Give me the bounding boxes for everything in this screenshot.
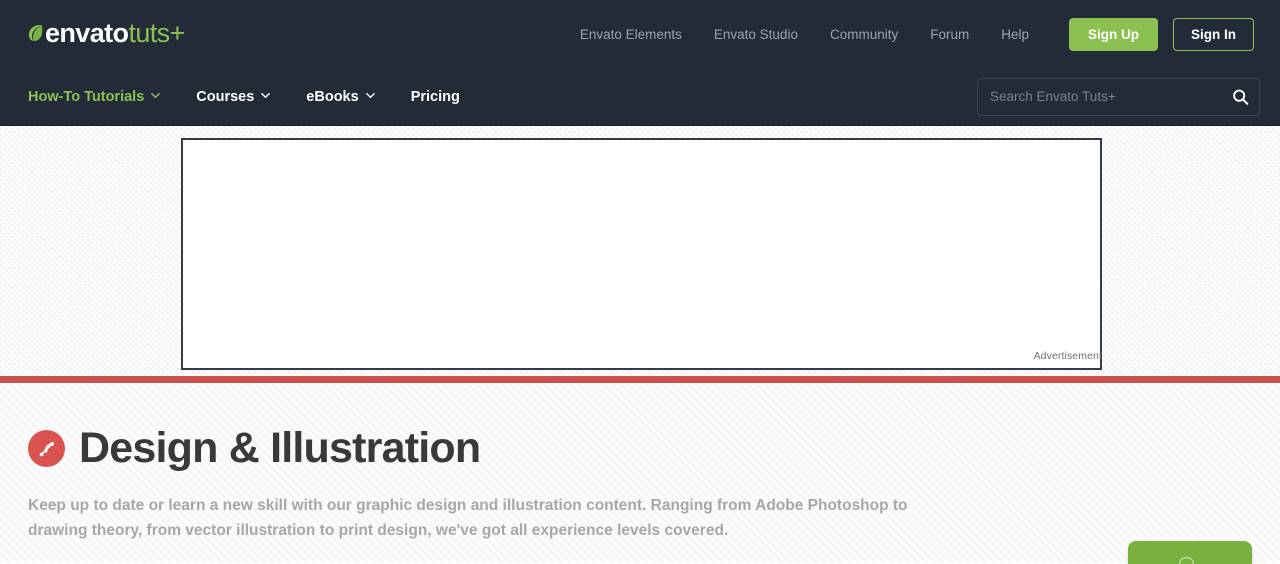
chat-icon <box>1179 556 1194 564</box>
category-icon-badge <box>28 430 65 467</box>
site-header: envato tuts+ Envato Elements Envato Stud… <box>0 0 1280 125</box>
nav-item-courses[interactable]: Courses <box>196 88 271 105</box>
top-link-envato-elements[interactable]: Envato Elements <box>564 21 698 48</box>
top-link-community[interactable]: Community <box>814 21 914 48</box>
page-title: Design & Illustration <box>79 424 481 472</box>
chevron-down-icon <box>261 92 271 99</box>
sign-in-button[interactable]: Sign In <box>1173 17 1254 51</box>
nav-item-pricing[interactable]: Pricing <box>411 89 460 105</box>
nav-label-how-to-tutorials: How-To Tutorials <box>28 88 145 105</box>
top-utility-nav: Envato Elements Envato Studio Community … <box>564 17 1254 51</box>
search-container <box>977 77 1260 116</box>
top-link-forum[interactable]: Forum <box>914 21 985 48</box>
search-icon[interactable] <box>1232 88 1249 105</box>
nav-label-ebooks: eBooks <box>306 88 359 105</box>
site-logo[interactable]: envato tuts+ <box>28 17 185 48</box>
nav-item-ebooks[interactable]: eBooks <box>306 88 375 105</box>
top-link-envato-studio[interactable]: Envato Studio <box>698 21 814 48</box>
page-title-row: Design & Illustration <box>28 427 1252 470</box>
top-link-help[interactable]: Help <box>985 21 1045 48</box>
header-bottom-row: How-To Tutorials Courses eBooks Pricing <box>0 68 1280 125</box>
header-top-row: envato tuts+ Envato Elements Envato Stud… <box>0 0 1280 68</box>
nav-item-how-to-tutorials[interactable]: How-To Tutorials <box>28 88 161 105</box>
search-input[interactable] <box>977 77 1260 116</box>
help-widget-button[interactable] <box>1128 541 1252 564</box>
accent-divider <box>0 376 1280 383</box>
category-header-section: Design & Illustration Keep up to date or… <box>0 383 1280 564</box>
advertisement-label: Advertisement <box>1033 350 1102 362</box>
chevron-down-icon <box>151 92 161 99</box>
logo-text-envato: envato <box>45 17 129 48</box>
sign-up-button[interactable]: Sign Up <box>1069 17 1158 51</box>
advertisement-placeholder[interactable]: Advertisement <box>181 138 1102 370</box>
chevron-down-icon <box>365 92 375 99</box>
pen-tool-icon <box>39 441 54 456</box>
nav-label-pricing: Pricing <box>410 88 460 105</box>
nav-label-courses: Courses <box>196 88 255 105</box>
logo-text-tuts: tuts+ <box>128 17 185 48</box>
primary-nav: How-To Tutorials Courses eBooks Pricing <box>28 89 496 105</box>
page-description: Keep up to date or learn a new skill wit… <box>28 497 908 540</box>
advertisement-strip: Advertisement <box>0 125 1280 376</box>
leaf-icon <box>28 24 43 41</box>
